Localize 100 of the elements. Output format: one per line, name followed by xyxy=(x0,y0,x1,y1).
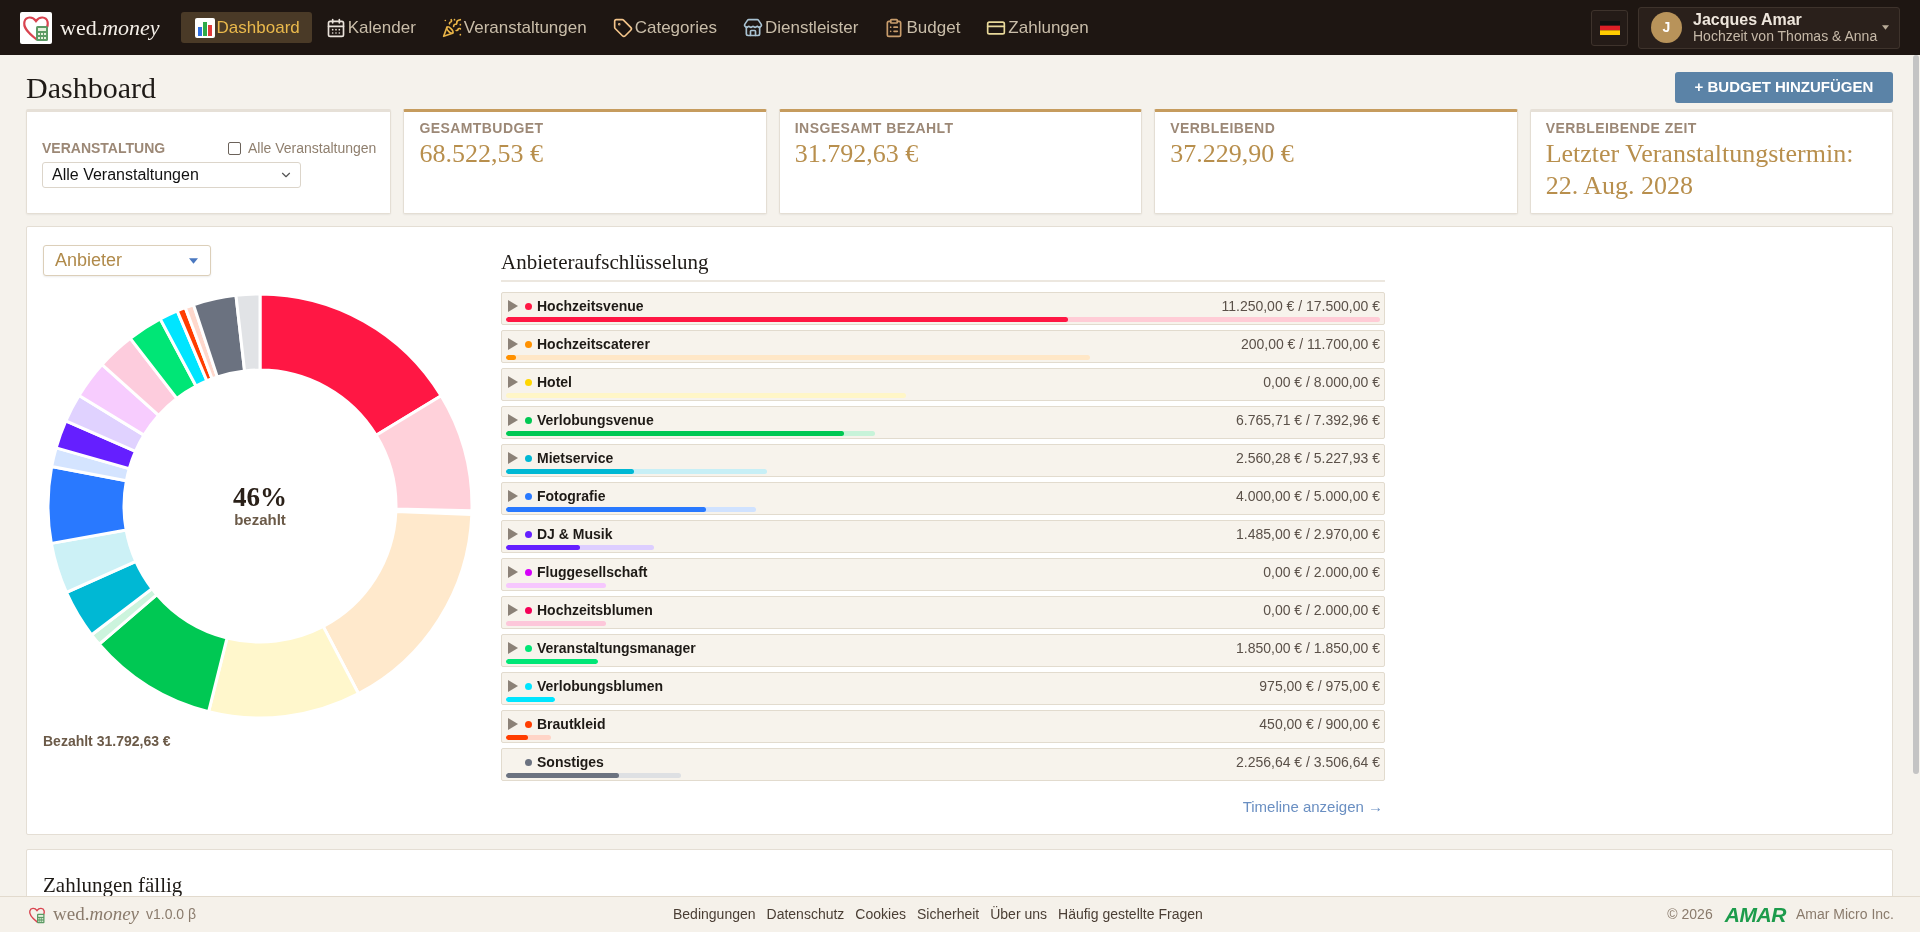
amount-text: 450,00 € / 900,00 € xyxy=(1259,714,1380,734)
stat-label: VERBLEIBEND xyxy=(1170,119,1277,138)
nav-tab[interactable]: Veranstaltungen xyxy=(427,12,599,43)
vendor-name: Fluggesellschaft xyxy=(537,562,648,582)
nav-tab[interactable]: Zahlungen xyxy=(972,12,1101,43)
amount-text: 6.765,71 € / 7.392,96 € xyxy=(1236,410,1380,430)
vendor-row[interactable]: Brautkleid 450,00 € / 900,00 € xyxy=(501,710,1385,743)
nav-tab[interactable]: Kalender xyxy=(311,12,428,43)
logo-icon xyxy=(20,11,52,44)
vendor-name: Fotografie xyxy=(537,486,606,506)
expand-caret-icon[interactable] xyxy=(508,490,518,502)
expand-caret-icon[interactable] xyxy=(508,300,518,312)
vendor-name: Brautkleid xyxy=(537,714,606,734)
footer-link[interactable]: Über uns xyxy=(990,904,1048,925)
stat-label: INSGESAMT BEZAHLT xyxy=(794,119,955,138)
vendor-name: Mietservice xyxy=(537,448,614,468)
clipboard-icon xyxy=(884,17,905,38)
footer-link[interactable]: Sicherheit xyxy=(916,904,980,925)
amount-text: 11.250,00 € / 17.500,00 € xyxy=(1221,296,1380,316)
amount-text: 2.560,28 € / 5.227,93 € xyxy=(1236,448,1380,468)
vendor-row[interactable]: Veranstaltungsmanager 1.850,00 € / 1.850,00 € xyxy=(501,634,1385,667)
stat-value: 37.229,90 € xyxy=(1170,138,1295,170)
brand-name: wed.money xyxy=(60,14,160,42)
amount-text: 0,00 € / 8.000,00 € xyxy=(1263,372,1380,392)
expand-caret-icon[interactable] xyxy=(508,604,518,616)
nav-tab[interactable]: Budget xyxy=(870,12,973,43)
vendor-name: Hochzeitsvenue xyxy=(537,296,644,316)
footer-link[interactable]: Datenschutz xyxy=(766,904,845,925)
vendor-name: DJ & Musik xyxy=(537,524,613,544)
paid-total: Bezahlt 31.792,63 € xyxy=(43,732,171,751)
stat-value: 68.522,53 € xyxy=(419,138,544,170)
vendor-name: Sonstiges xyxy=(537,752,604,772)
expand-caret-icon[interactable] xyxy=(508,566,518,578)
footer-brand: wed.money xyxy=(53,902,139,927)
breakdown-title: Anbieteraufschlüsselung xyxy=(501,248,709,276)
vendor-row[interactable]: Verlobungsblumen 975,00 € / 975,00 € xyxy=(501,672,1385,705)
payments-due-title: Zahlungen fällig xyxy=(43,873,183,896)
caret-down-icon xyxy=(1882,25,1889,30)
copyright-text: © 2026 xyxy=(1667,905,1713,924)
amount-text: 1.850,00 € / 1.850,00 € xyxy=(1236,638,1380,658)
vendor-row[interactable]: Hochzeitsblumen 0,00 € / 2.000,00 € xyxy=(501,596,1385,629)
expand-caret-icon[interactable] xyxy=(508,642,518,654)
paid-caption: bezahlt xyxy=(234,511,286,528)
expand-caret-icon[interactable] xyxy=(508,718,518,730)
stat-label: GESAMTBUDGET xyxy=(419,119,545,138)
expand-caret-icon[interactable] xyxy=(508,376,518,388)
vendor-name: Verlobungsblumen xyxy=(537,676,663,696)
checkbox-label: Alle Veranstaltungen xyxy=(247,138,377,158)
stat-value: Letzter Veranstaltungstermin: 22. Aug. 2028 xyxy=(1545,138,1855,202)
expand-caret-icon[interactable] xyxy=(508,680,518,692)
vendor-row[interactable]: Fluggesellschaft 0,00 € / 2.000,00 € xyxy=(501,558,1385,591)
bar-chart-icon xyxy=(194,17,215,38)
expand-caret-icon[interactable] xyxy=(508,338,518,350)
company-name: Amar Micro Inc. xyxy=(1796,905,1894,924)
footer-link[interactable]: Cookies xyxy=(855,904,906,925)
vendor-name: Verlobungsvenue xyxy=(537,410,654,430)
nav-tab[interactable]: Dienstleister xyxy=(728,12,871,43)
expand-caret-icon[interactable] xyxy=(508,452,518,464)
vendor-name: Hochzeitsblumen xyxy=(537,600,653,620)
vendor-row[interactable]: DJ & Musik 1.485,00 € / 2.970,00 € xyxy=(501,520,1385,553)
scrollbar-thumb[interactable] xyxy=(1913,55,1919,774)
footer-link[interactable]: Häufig gestellte Fragen xyxy=(1058,904,1203,925)
amount-text: 2.256,64 € / 3.506,64 € xyxy=(1236,752,1380,772)
user-subtitle: Hochzeit von Thomas & Anna xyxy=(1693,27,1878,45)
vendor-row[interactable]: Hochzeitscaterer 200,00 € / 11.700,00 € xyxy=(501,330,1385,363)
vendor-row[interactable]: Sonstiges 2.256,64 € / 3.506,64 € xyxy=(501,748,1385,781)
event-select[interactable]: Alle Veranstaltungen xyxy=(42,161,301,188)
add-budget-button[interactable]: + BUDGET HINZUFÜGEN xyxy=(1675,71,1893,103)
calendar-icon xyxy=(325,17,346,38)
vendor-name: Hochzeitscaterer xyxy=(537,334,650,354)
store-icon xyxy=(742,17,763,38)
amount-text: 975,00 € / 975,00 € xyxy=(1259,676,1380,696)
nav-tab[interactable]: Dashboard xyxy=(180,12,312,43)
expand-caret-icon[interactable] xyxy=(508,414,518,426)
user-name: Jacques Amar xyxy=(1693,10,1802,28)
amount-text: 0,00 € / 2.000,00 € xyxy=(1263,600,1380,620)
stat-value: 31.792,63 € xyxy=(794,138,920,170)
user-menu[interactable]: J Jacques Amar Hochzeit von Thomas & Anna xyxy=(1638,6,1900,49)
vendor-row[interactable]: Hochzeitsvenue 11.250,00 € / 17.500,00 € xyxy=(501,292,1385,325)
amount-text: 200,00 € / 11.700,00 € xyxy=(1240,334,1380,354)
paid-percent: 46% xyxy=(233,484,287,511)
footer-link[interactable]: Bedingungen xyxy=(673,904,756,925)
amount-text: 4.000,00 € / 5.000,00 € xyxy=(1236,486,1380,506)
checkbox[interactable] xyxy=(227,141,241,155)
vendor-row[interactable]: Fotografie 4.000,00 € / 5.000,00 € xyxy=(501,482,1385,515)
vendor-row[interactable]: Mietservice 2.560,28 € / 5.227,93 € xyxy=(501,444,1385,477)
page-title: Dashboard xyxy=(26,69,156,106)
vendor-name: Veranstaltungsmanager xyxy=(537,638,696,658)
vendor-row[interactable]: Verlobungsvenue 6.765,71 € / 7.392,96 € xyxy=(501,406,1385,439)
language-button[interactable] xyxy=(1591,9,1628,46)
avatar: J xyxy=(1651,12,1682,43)
expand-caret-icon[interactable] xyxy=(508,528,518,540)
amount-text: 1.485,00 € / 2.970,00 € xyxy=(1236,524,1380,544)
flag-icon xyxy=(1599,20,1620,35)
version-text: v1.0.0 β xyxy=(146,905,197,924)
nav-tab[interactable]: Categories xyxy=(598,12,729,43)
vendor-row[interactable]: Hotel 0,00 € / 8.000,00 € xyxy=(501,368,1385,401)
dropdown-caret-icon xyxy=(189,257,198,264)
tag-icon xyxy=(612,17,633,38)
party-popper-icon xyxy=(441,17,462,38)
